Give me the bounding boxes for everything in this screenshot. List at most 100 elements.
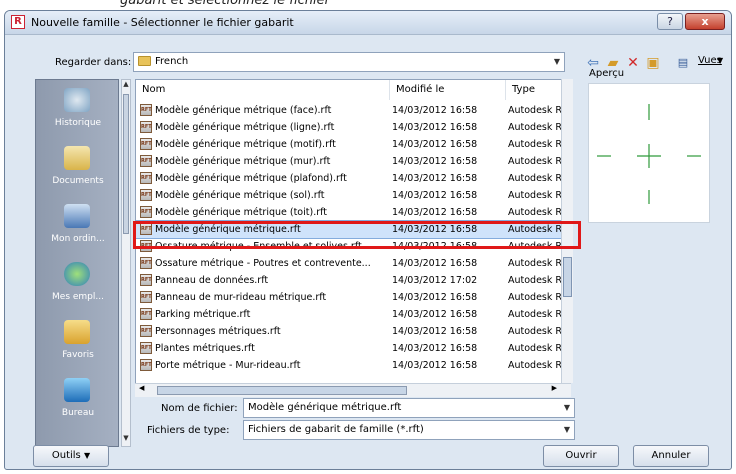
scroll-up-icon[interactable]: ▲ xyxy=(122,80,130,92)
window-title: Nouvelle famille - Sélectionner le fichi… xyxy=(31,16,294,29)
file-type: Autodesk R xyxy=(508,105,563,116)
file-row[interactable]: RFT Modèle générique métrique (plafond).r… xyxy=(136,170,564,187)
file-date: 14/03/2012 16:58 xyxy=(392,105,478,116)
file-date: 14/03/2012 16:58 xyxy=(392,258,478,269)
file-date: 14/03/2012 16:58 xyxy=(392,122,478,133)
chevron-down-icon[interactable]: ▼ xyxy=(560,421,574,439)
filetype-select[interactable]: Fichiers de gabarit de famille (*.rft) ▼ xyxy=(243,420,575,440)
place-computer[interactable]: Mon ordin... xyxy=(36,200,120,258)
file-type: Autodesk R xyxy=(508,258,563,269)
rft-file-icon: RFT xyxy=(140,137,152,150)
filename-value: Modèle générique métrique.rft xyxy=(248,402,402,413)
rft-file-icon: RFT xyxy=(140,290,152,303)
file-type: Autodesk R xyxy=(508,122,563,133)
file-type: Autodesk R xyxy=(508,139,563,150)
column-type-header[interactable]: Type xyxy=(506,80,564,100)
place-historique[interactable]: Historique xyxy=(36,84,120,142)
place-network[interactable]: Mes empl... xyxy=(36,258,120,316)
close-button[interactable]: x xyxy=(685,13,725,30)
rft-file-icon: RFT xyxy=(140,205,152,218)
places-scrollbar[interactable]: ▲ ▼ xyxy=(121,79,131,447)
desktop-icon xyxy=(64,378,90,402)
file-date: 14/03/2012 16:58 xyxy=(392,326,478,337)
place-documents[interactable]: Documents xyxy=(36,142,120,200)
rft-file-icon: RFT xyxy=(140,120,152,133)
cancel-button[interactable]: Annuler xyxy=(633,445,709,467)
column-date-header[interactable]: Modifié le xyxy=(390,80,506,100)
scroll-thumb[interactable] xyxy=(563,257,572,297)
place-label: Favoris xyxy=(62,350,94,360)
views-menu-icon[interactable]: ▤ xyxy=(675,55,691,71)
file-row[interactable]: RFT Personnages métriques.rft 14/03/2012 1… xyxy=(136,323,564,340)
title-bar: R Nouvelle famille - Sélectionner le fic… xyxy=(5,11,731,35)
rft-file-icon: RFT xyxy=(140,273,152,286)
preview-label: Aperçu xyxy=(589,68,625,79)
crosshair-preview-icon xyxy=(597,104,701,204)
rft-file-icon: RFT xyxy=(140,358,152,371)
file-date: 14/03/2012 16:58 xyxy=(392,360,478,371)
file-row[interactable]: RFT Parking métrique.rft 14/03/2012 16:58 A… xyxy=(136,306,564,323)
selection-highlight-annotation xyxy=(133,221,581,249)
file-row[interactable]: RFT Ossature métrique - Poutres et contre… xyxy=(136,255,564,272)
file-row[interactable]: RFT Panneau de données.rft 14/03/2012 17:0… xyxy=(136,272,564,289)
file-row[interactable]: RFT Modèle générique métrique (sol).rft 14… xyxy=(136,187,564,204)
scroll-down-icon[interactable]: ▼ xyxy=(122,434,130,446)
file-row[interactable]: RFT Modèle générique métrique (mur).rft 14… xyxy=(136,153,564,170)
file-row[interactable]: RFT Modèle générique métrique (toit).rft 1… xyxy=(136,204,564,221)
file-name: Modèle générique métrique (face).rft xyxy=(155,105,332,116)
scroll-left-icon[interactable]: ◀ xyxy=(139,384,144,392)
views-dropdown-icon[interactable]: ▼ xyxy=(717,56,723,65)
help-button[interactable]: ? xyxy=(657,13,683,30)
computer-icon xyxy=(64,204,90,228)
file-row[interactable]: RFT Modèle générique métrique (face).rft 1… xyxy=(136,102,564,119)
file-name: Porte métrique - Mur-rideau.rft xyxy=(155,360,301,371)
file-type: Autodesk R xyxy=(508,309,563,320)
chevron-down-icon[interactable]: ▼ xyxy=(550,53,564,71)
place-label: Historique xyxy=(54,118,102,128)
filetype-label: Fichiers de type: xyxy=(147,425,230,436)
folder-icon xyxy=(138,56,151,66)
file-name: Modèle générique métrique (plafond).rft xyxy=(155,173,347,184)
filename-label: Nom de fichier: xyxy=(161,403,238,414)
file-row[interactable]: RFT Modèle générique métrique (ligne).rft… xyxy=(136,119,564,136)
rft-file-icon: RFT xyxy=(140,256,152,269)
file-name: Panneau de données.rft xyxy=(155,275,269,286)
filetype-value: Fichiers de gabarit de famille (*.rft) xyxy=(248,424,424,435)
file-row[interactable]: RFT Plantes métriques.rft 14/03/2012 16:58… xyxy=(136,340,564,357)
file-row[interactable]: RFT Modèle générique métrique (motif).rft… xyxy=(136,136,564,153)
file-name: Modèle générique métrique (mur).rft xyxy=(155,156,331,167)
file-list-horizontal-scrollbar[interactable]: ◀ ▶ xyxy=(135,383,571,397)
file-date: 14/03/2012 16:58 xyxy=(392,139,478,150)
file-date: 14/03/2012 16:58 xyxy=(392,173,478,184)
preview-pane xyxy=(588,83,710,223)
file-row[interactable]: RFT Panneau de mur-rideau métrique.rft 14/… xyxy=(136,289,564,306)
file-date: 14/03/2012 16:58 xyxy=(392,207,478,218)
file-type: Autodesk R xyxy=(508,156,563,167)
place-label: Bureau xyxy=(61,408,95,418)
new-folder-icon[interactable]: ▣ xyxy=(645,55,661,71)
filename-input[interactable]: Modèle générique métrique.rft ▼ xyxy=(243,398,575,418)
file-name: Ossature métrique - Poutres et contreven… xyxy=(155,258,371,269)
file-name: Parking métrique.rft xyxy=(155,309,251,320)
scroll-thumb[interactable] xyxy=(157,386,407,395)
file-type: Autodesk R xyxy=(508,343,563,354)
favorites-icon xyxy=(64,320,90,344)
tools-button[interactable]: Outils ▼ xyxy=(33,445,109,467)
place-label: Mes empl... xyxy=(52,292,104,302)
file-type: Autodesk R xyxy=(508,190,563,201)
open-button[interactable]: Ouvrir xyxy=(543,445,619,467)
file-row[interactable]: RFT Porte métrique - Mur-rideau.rft 14/03/… xyxy=(136,357,564,374)
place-desktop[interactable]: Bureau xyxy=(36,374,120,432)
file-type: Autodesk R xyxy=(508,173,563,184)
place-favorites[interactable]: Favoris xyxy=(36,316,120,374)
file-date: 14/03/2012 16:58 xyxy=(392,156,478,167)
scroll-thumb[interactable] xyxy=(123,94,129,234)
file-type: Autodesk R xyxy=(508,360,563,371)
look-in-combo[interactable]: French ▼ xyxy=(133,52,565,72)
scroll-right-icon[interactable]: ▶ xyxy=(552,384,557,392)
chevron-down-icon: ▼ xyxy=(83,451,91,460)
delete-icon[interactable]: ✕ xyxy=(625,55,641,71)
top-caption-text: gabarit et sélectionnez le fichier xyxy=(120,0,330,8)
column-name-header[interactable]: Nom xyxy=(136,80,390,100)
chevron-down-icon[interactable]: ▼ xyxy=(560,399,574,417)
